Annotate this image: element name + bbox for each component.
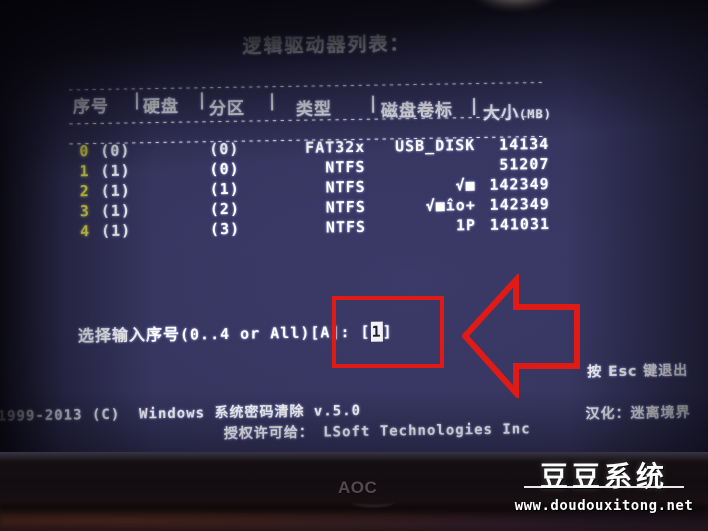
cell-disk: (1) [100,201,132,220]
cell-partition: (1) [209,179,240,199]
drive-table-body: 0 (0) (0) FAT32x USB_DISK 14134 1 (1) (0) NTFS 512… [0,0,706,240]
column-header-type: 类型 [295,99,333,120]
table-row[interactable]: 0 (0) (0) FAT32x USB_DISK 14134 [0,0,706,160]
translator-credit: 汉化：迷离境界 [585,404,691,423]
monitor-screen: 逻辑驱动器列表： -------------------------------… [0,0,708,454]
copyright-line-2: 授权许可给： LSoft Technologies Inc [223,421,531,443]
cell-volume: √■îo+ [425,196,476,215]
cell-type: NTFS [325,197,366,217]
watermark-title: 豆豆系统 [539,460,668,493]
cell-type: NTFS [325,217,367,237]
cell-partition: (3) [209,219,241,239]
cell-disk: (1) [100,181,131,200]
table-row[interactable]: 4 (1) (3) NTFS 1P 141031 [0,0,706,240]
column-header-size: 大小(MB) [482,103,552,124]
cell-partition: (0) [209,159,240,179]
photo-of-monitor: 逻辑驱动器列表： -------------------------------… [0,0,708,531]
boot-console: 逻辑驱动器列表： -------------------------------… [0,0,708,454]
watermark-underline [524,486,684,488]
table-row[interactable]: 3 (1) (2) NTFS √■îo+ 142349 [0,0,706,220]
esc-hint: 按 Esc 键退出 [587,362,689,381]
column-header-index: 序号 [72,96,110,118]
cell-type: NTFS [325,177,366,197]
column-separator: | [367,93,380,114]
watermark-url: www.doudouxitong.net [514,498,694,514]
cell-type: FAT32x [305,137,366,157]
cell-type: NTFS [325,157,366,177]
column-header-disk: 硬盘 [142,96,180,118]
cell-volume: 1P [455,216,477,235]
size-unit: (MB) [518,106,552,122]
cell-disk: (0) [100,141,131,160]
screen-glare [470,0,560,10]
annotation-rectangle [332,296,444,368]
annotation-arrow-left-icon [462,274,580,398]
cell-index: 4 [79,222,91,241]
cell-index: 2 [79,182,90,201]
cell-volume: USB_DISK [394,136,476,156]
table-row[interactable]: 1 (1) (0) NTFS 51207 [0,0,706,180]
cell-size: 141031 [489,214,551,234]
input-prompt-range: (0..4 or All)[A]: [179,323,351,344]
cell-disk: (1) [100,161,131,180]
cell-index: 0 [79,142,90,161]
cell-disk: (1) [100,221,132,240]
cell-size: 51207 [499,154,550,174]
watermark: 豆豆系统 www.doudouxitong.net [506,455,702,514]
column-separator: | [468,96,481,117]
cell-volume [371,156,475,158]
column-separator: | [131,90,144,111]
cell-size: 142349 [489,194,550,214]
aoc-swoosh-icon [352,498,394,507]
input-prompt-label: 选择输入序号 [77,324,181,346]
cell-size: 14134 [499,134,550,154]
cell-index: 3 [79,202,90,221]
cell-partition: (0) [209,139,240,159]
cell-size: 142349 [489,174,550,194]
column-separator: | [196,90,209,111]
table-row[interactable]: 2 (1) (1) NTFS √■ 142349 [0,0,706,200]
column-separator: | [266,91,279,112]
aoc-brand-logo: AOC [338,478,378,497]
cell-partition: (2) [209,199,241,219]
page-title: 逻辑驱动器列表： [242,33,411,58]
column-header-volume: 磁盘卷标 [380,100,454,122]
cell-index: 1 [79,162,90,181]
column-header-partition: 分区 [208,98,246,120]
cell-volume: √■ [455,176,476,195]
